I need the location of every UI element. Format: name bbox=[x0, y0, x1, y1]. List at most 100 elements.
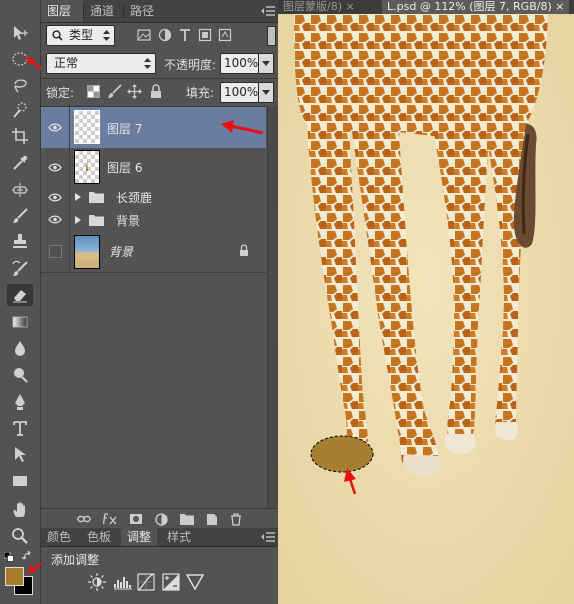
type-tool[interactable] bbox=[7, 417, 33, 439]
document-tab-inactive[interactable]: 图层蒙版/8) × bbox=[278, 0, 360, 14]
zoom-tool[interactable] bbox=[7, 525, 33, 547]
visibility-toggle[interactable] bbox=[41, 186, 70, 208]
fill-dropdown-button[interactable] bbox=[259, 82, 274, 103]
healing-brush-tool[interactable] bbox=[7, 179, 33, 201]
layer-group-background[interactable]: 背景 bbox=[41, 208, 266, 232]
foreground-color-swatch[interactable] bbox=[5, 567, 24, 586]
lock-transparent-pixels-icon[interactable] bbox=[87, 85, 100, 98]
updown-arrows-icon bbox=[144, 58, 151, 69]
history-brush-tool[interactable] bbox=[7, 258, 33, 280]
tab-color[interactable]: 颜色 bbox=[41, 528, 77, 546]
filter-smart-object-icon[interactable] bbox=[218, 28, 232, 42]
blur-tool[interactable] bbox=[7, 337, 33, 359]
layer-style-fx-icon[interactable] bbox=[103, 513, 117, 525]
layer-name[interactable]: 图层 7 bbox=[107, 120, 142, 137]
layers-list: 图层 7 图层 6 长颈鹿 背景 背景 bbox=[41, 106, 266, 509]
expand-arrow-icon[interactable] bbox=[75, 216, 81, 224]
history-brush-icon bbox=[12, 260, 28, 276]
layer-row-layer-6[interactable]: 图层 6 bbox=[41, 148, 266, 187]
hidden-visibility-box bbox=[48, 245, 62, 258]
layer-name[interactable]: 背景 bbox=[116, 212, 140, 229]
fill-field[interactable]: 100% bbox=[220, 82, 259, 103]
blur-drop-icon bbox=[15, 341, 25, 356]
brush-tool[interactable] bbox=[7, 205, 33, 227]
filter-toggle-switch[interactable] bbox=[267, 26, 276, 46]
gradient-icon bbox=[12, 316, 28, 328]
tab-paths[interactable]: 路径 bbox=[124, 0, 160, 22]
expand-arrow-icon[interactable] bbox=[75, 193, 81, 201]
giraffe-image bbox=[278, 14, 574, 604]
layer-name[interactable]: 背景 bbox=[109, 243, 133, 260]
tab-styles[interactable]: 样式 bbox=[161, 528, 197, 546]
pen-tool[interactable] bbox=[7, 391, 33, 413]
document-tab-active[interactable]: L.psd @ 112% (图层 7, RGB/8) × bbox=[382, 0, 570, 14]
healing-brush-icon bbox=[12, 183, 28, 197]
path-selection-tool[interactable] bbox=[7, 443, 33, 465]
delete-layer-icon[interactable] bbox=[230, 512, 242, 526]
tab-swatches[interactable]: 色板 bbox=[81, 528, 117, 546]
exposure-icon[interactable] bbox=[162, 573, 180, 591]
annotation-arrow-layer bbox=[221, 120, 264, 135]
document-canvas[interactable] bbox=[278, 14, 574, 604]
filter-kind-label: 类型 bbox=[69, 28, 94, 42]
opacity-dropdown-button[interactable] bbox=[259, 53, 274, 74]
add-adjustment-title: 添加调整 bbox=[51, 553, 100, 567]
panel-menu-icon[interactable] bbox=[261, 532, 275, 542]
curves-icon[interactable] bbox=[137, 573, 155, 591]
layer-row-background[interactable]: 背景 bbox=[41, 231, 266, 273]
layer-name[interactable]: 长颈鹿 bbox=[116, 189, 152, 206]
lasso-tool[interactable] bbox=[7, 74, 33, 96]
lock-position-icon[interactable] bbox=[127, 84, 142, 99]
layer-name[interactable]: 图层 6 bbox=[107, 159, 142, 176]
layer-thumbnail bbox=[74, 235, 100, 269]
layer-group-giraffe[interactable]: 长颈鹿 bbox=[41, 186, 266, 209]
adjustments-panel-tabs: 颜色 色板 调整 样式 bbox=[41, 528, 278, 547]
lock-image-pixels-icon[interactable] bbox=[107, 84, 122, 99]
eyedropper-tool[interactable] bbox=[7, 152, 33, 174]
eyedropper-icon bbox=[13, 155, 28, 170]
tab-adjustments[interactable]: 调整 bbox=[121, 528, 158, 546]
clone-stamp-tool[interactable] bbox=[7, 231, 33, 253]
gradient-tool[interactable] bbox=[7, 311, 33, 333]
rectangle-tool[interactable] bbox=[7, 470, 33, 492]
default-colors-icon[interactable] bbox=[4, 552, 14, 562]
path-selection-icon bbox=[15, 447, 26, 462]
folder-icon bbox=[89, 192, 104, 203]
filter-shape-icon[interactable] bbox=[198, 28, 212, 42]
brightness-contrast-icon[interactable] bbox=[88, 573, 106, 591]
levels-icon[interactable] bbox=[114, 574, 132, 590]
filter-adjustment-icon[interactable] bbox=[158, 28, 172, 42]
hand-tool[interactable] bbox=[7, 499, 33, 521]
filter-type-icon[interactable] bbox=[178, 28, 192, 42]
filter-pixel-icon[interactable] bbox=[137, 28, 151, 42]
new-adjustment-layer-icon[interactable] bbox=[155, 512, 168, 526]
visibility-toggle[interactable] bbox=[41, 231, 70, 272]
vibrance-icon[interactable] bbox=[186, 574, 204, 590]
visibility-toggle[interactable] bbox=[41, 208, 70, 231]
blend-mode-select[interactable]: 正常 bbox=[46, 53, 156, 74]
visibility-toggle[interactable] bbox=[41, 107, 70, 148]
chevron-down-icon bbox=[262, 90, 270, 95]
quick-selection-tool[interactable] bbox=[7, 99, 33, 121]
dodge-icon bbox=[14, 368, 28, 383]
move-tool[interactable] bbox=[7, 22, 33, 44]
dodge-tool[interactable] bbox=[7, 364, 33, 386]
tab-layers[interactable]: 图层 bbox=[41, 0, 83, 22]
tab-channels[interactable]: 通道 bbox=[84, 0, 120, 22]
fill-value: 100% bbox=[224, 85, 259, 99]
lasso-icon bbox=[14, 79, 27, 93]
new-group-icon[interactable] bbox=[180, 513, 194, 525]
link-layers-icon[interactable] bbox=[77, 514, 91, 524]
filter-kind-select[interactable]: 类型 bbox=[46, 25, 115, 46]
lock-all-icon[interactable] bbox=[150, 84, 162, 99]
opacity-field[interactable]: 100% bbox=[220, 53, 259, 74]
panel-menu-icon[interactable] bbox=[261, 6, 275, 16]
eraser-tool[interactable] bbox=[7, 284, 33, 306]
divider bbox=[41, 78, 278, 79]
quick-selection-icon bbox=[13, 102, 27, 118]
add-mask-icon[interactable] bbox=[129, 513, 143, 525]
new-layer-icon[interactable] bbox=[206, 513, 218, 526]
visibility-toggle[interactable] bbox=[41, 148, 70, 186]
crop-tool[interactable] bbox=[7, 125, 33, 147]
search-icon bbox=[52, 30, 63, 41]
